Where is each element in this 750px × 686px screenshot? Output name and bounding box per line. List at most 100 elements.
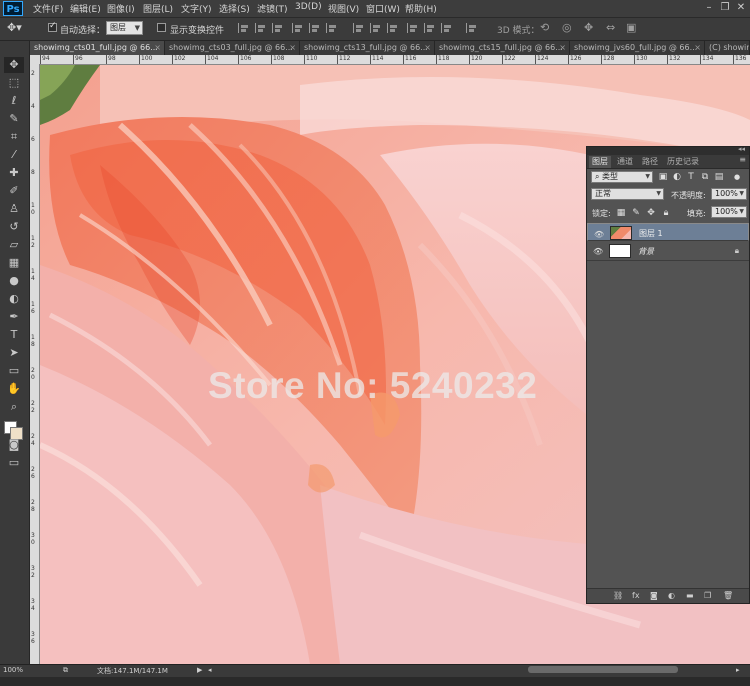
close-icon[interactable]: ✕ bbox=[734, 1, 748, 15]
layer-row[interactable]: 👁︎ 背景 🔒︎ bbox=[587, 242, 749, 261]
shape-tool-icon[interactable]: ▭ bbox=[4, 363, 24, 379]
menu-edit[interactable]: 编辑(E) bbox=[70, 2, 101, 15]
history-brush-tool-icon[interactable]: ↺ bbox=[4, 219, 24, 235]
distribute-left-icon[interactable] bbox=[407, 23, 419, 33]
dodge-tool-icon[interactable]: ◐ bbox=[4, 291, 24, 307]
layer-filter-dropdown[interactable]: ⌕ 类型 ▼ bbox=[591, 171, 653, 183]
close-icon[interactable]: × bbox=[559, 41, 566, 55]
crop-tool-icon[interactable]: ⌗ bbox=[4, 129, 24, 145]
filter-toggle-icon[interactable]: ● bbox=[732, 172, 742, 182]
eyedropper-tool-icon[interactable]: ⁄ bbox=[4, 147, 24, 163]
lock-transparency-icon[interactable]: ▦ bbox=[616, 208, 626, 218]
blend-mode-dropdown[interactable]: 正常 ▼ bbox=[591, 188, 664, 200]
lock-position-icon[interactable]: ✥ bbox=[646, 208, 656, 218]
tab-paths[interactable]: 路径 bbox=[639, 156, 661, 168]
shape-filter-icon[interactable]: ⧉ bbox=[700, 172, 710, 182]
tab-document[interactable]: showimg_jvs60_full.jpg @ 66... × bbox=[570, 41, 705, 55]
menu-type[interactable]: 文字(Y) bbox=[181, 2, 212, 15]
marquee-tool-icon[interactable]: ⬚ bbox=[4, 75, 24, 91]
3d-pan-icon[interactable]: ✥ bbox=[584, 21, 593, 34]
3d-slide-icon[interactable]: ⇔ bbox=[606, 21, 615, 34]
lock-all-icon[interactable]: 🔒︎ bbox=[661, 208, 671, 218]
menu-help[interactable]: 帮助(H) bbox=[405, 2, 437, 15]
link-layers-icon[interactable]: ⛓ bbox=[613, 591, 623, 600]
pen-tool-icon[interactable]: ✒ bbox=[4, 309, 24, 325]
lasso-tool-icon[interactable]: ℓ bbox=[4, 93, 24, 109]
auto-select-checkbox[interactable] bbox=[48, 21, 57, 32]
delete-layer-icon[interactable]: 🗑︎ bbox=[723, 591, 733, 600]
blur-tool-icon[interactable]: ● bbox=[4, 273, 24, 289]
lock-image-icon[interactable]: ✎ bbox=[631, 208, 641, 218]
scroll-left-icon[interactable]: ◂ bbox=[208, 666, 212, 674]
eraser-tool-icon[interactable]: ▱ bbox=[4, 237, 24, 253]
hand-tool-icon[interactable]: ✋ bbox=[4, 381, 24, 397]
close-icon[interactable]: × bbox=[289, 41, 296, 55]
zoom-level[interactable]: 100% bbox=[3, 666, 23, 674]
new-group-icon[interactable]: ▬ bbox=[686, 591, 694, 600]
layer-mask-icon[interactable]: ◙ bbox=[650, 591, 658, 600]
menu-filter[interactable]: 滤镜(T) bbox=[257, 2, 288, 15]
auto-select-dropdown[interactable]: 图层 ▼ bbox=[106, 21, 143, 35]
close-icon[interactable]: × bbox=[154, 41, 161, 55]
collapse-icon[interactable]: ◂◂ bbox=[738, 145, 745, 153]
menu-view[interactable]: 视图(V) bbox=[328, 2, 359, 15]
screen-mode-icon[interactable]: ▭ bbox=[4, 455, 24, 471]
healing-brush-tool-icon[interactable]: ✚ bbox=[4, 165, 24, 181]
align-bottom-icon[interactable] bbox=[272, 23, 284, 33]
menu-select[interactable]: 选择(S) bbox=[219, 2, 250, 15]
distribute-right-icon[interactable] bbox=[441, 23, 453, 33]
zoom-tool-icon[interactable]: ⌕ bbox=[4, 399, 24, 415]
horizontal-scrollbar-thumb[interactable] bbox=[528, 666, 678, 673]
distribute-vcenter-icon[interactable] bbox=[370, 23, 382, 33]
opacity-input[interactable]: 100% ▼ bbox=[711, 188, 747, 200]
3d-roll-icon[interactable]: ◎ bbox=[562, 21, 572, 34]
tab-document[interactable]: showimg_cts03_full.jpg @ 66... × bbox=[165, 41, 300, 55]
align-top-icon[interactable] bbox=[238, 23, 250, 33]
distribute-bottom-icon[interactable] bbox=[387, 23, 399, 33]
export-icon[interactable]: ⧉ bbox=[63, 666, 68, 675]
align-right-icon[interactable] bbox=[326, 23, 338, 33]
fx-icon[interactable]: fx bbox=[632, 591, 640, 600]
tab-document[interactable]: showimg_cts15_full.jpg @ 66... × bbox=[435, 41, 570, 55]
menu-layer[interactable]: 图层(L) bbox=[143, 2, 173, 15]
eye-icon[interactable]: 👁︎ bbox=[593, 247, 603, 256]
tab-document[interactable]: (C) showim bbox=[705, 41, 750, 55]
quick-select-tool-icon[interactable]: ✎ bbox=[4, 111, 24, 127]
quick-mask-icon[interactable]: ◙ bbox=[4, 437, 24, 453]
type-tool-icon[interactable]: T bbox=[4, 327, 24, 343]
adjustment-filter-icon[interactable]: ◐ bbox=[672, 172, 682, 182]
distribute-top-icon[interactable] bbox=[353, 23, 365, 33]
tab-channels[interactable]: 通道 bbox=[614, 156, 636, 168]
path-select-tool-icon[interactable]: ➤ bbox=[4, 345, 24, 361]
new-layer-icon[interactable]: ❐ bbox=[704, 591, 711, 600]
3d-rotate-icon[interactable]: ⟲ bbox=[540, 21, 549, 34]
eye-icon[interactable]: 👁︎ bbox=[594, 229, 604, 241]
play-arrow-icon[interactable]: ▶ bbox=[197, 666, 202, 674]
close-icon[interactable]: × bbox=[424, 41, 431, 55]
scroll-right-icon[interactable]: ▸ bbox=[736, 666, 740, 674]
type-filter-icon[interactable]: T bbox=[686, 172, 696, 182]
clone-stamp-tool-icon[interactable]: ♙ bbox=[4, 201, 24, 217]
adjustment-layer-icon[interactable]: ◐ bbox=[668, 591, 675, 600]
3d-scale-icon[interactable]: ▣ bbox=[626, 21, 636, 34]
menu-image[interactable]: 图像(I) bbox=[107, 2, 135, 15]
move-tool-icon[interactable]: ✥▾ bbox=[7, 21, 22, 34]
close-icon[interactable]: × bbox=[694, 41, 701, 55]
gradient-tool-icon[interactable]: ▦ bbox=[4, 255, 24, 271]
move-tool-icon[interactable]: ✥ bbox=[4, 57, 24, 73]
minimize-icon[interactable]: – bbox=[702, 1, 716, 15]
tab-document[interactable]: showimg_cts13_full.jpg @ 66... × bbox=[300, 41, 435, 55]
menu-file[interactable]: 文件(F) bbox=[33, 2, 63, 15]
align-hcenter-icon[interactable] bbox=[309, 23, 321, 33]
tab-history[interactable]: 历史记录 bbox=[664, 156, 702, 168]
menu-3d[interactable]: 3D(D) bbox=[295, 2, 322, 12]
align-vcenter-icon[interactable] bbox=[255, 23, 267, 33]
fill-input[interactable]: 100% ▼ bbox=[711, 206, 747, 218]
distribute-hcenter-icon[interactable] bbox=[424, 23, 436, 33]
layer-row[interactable]: 👁︎ 图层 1 bbox=[587, 223, 749, 241]
pixel-filter-icon[interactable]: ▣ bbox=[658, 172, 668, 182]
menu-window[interactable]: 窗口(W) bbox=[366, 2, 400, 15]
restore-icon[interactable]: ❐ bbox=[718, 1, 732, 15]
tab-document[interactable]: showimg_cts01_full.jpg @ 66... × bbox=[30, 41, 165, 55]
align-left-icon[interactable] bbox=[292, 23, 304, 33]
